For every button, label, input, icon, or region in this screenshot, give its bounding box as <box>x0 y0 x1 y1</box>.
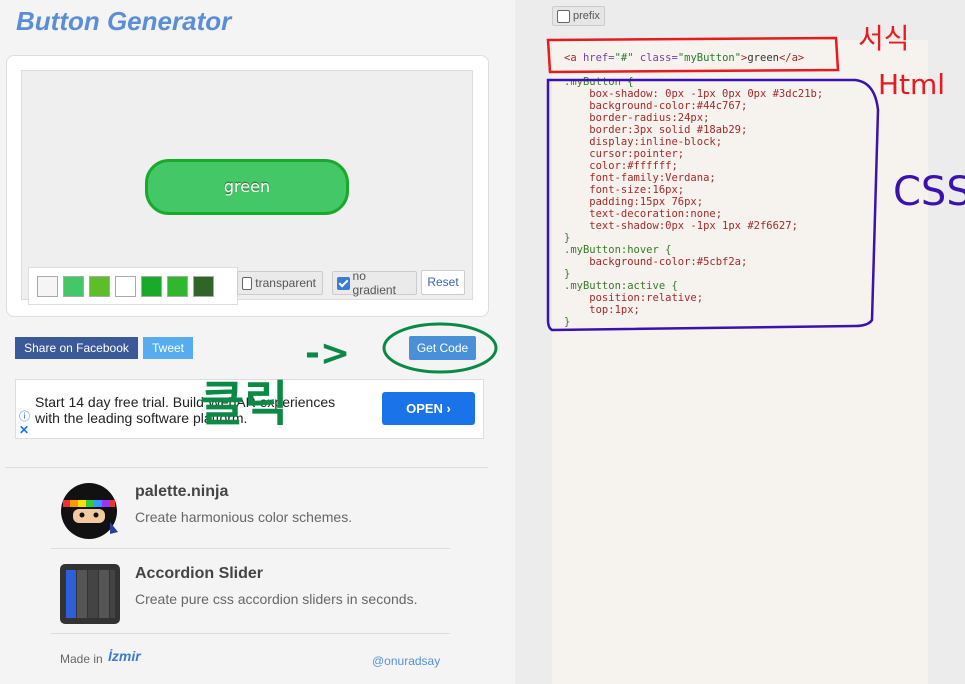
css-line: display:inline-block; <box>564 136 723 148</box>
swatch-light-gray[interactable] <box>37 275 58 297</box>
tweet-button[interactable]: Tweet <box>143 337 193 359</box>
promo-desc: Create harmonious color schemes. <box>135 509 353 525</box>
prefix-toggle[interactable]: prefix <box>552 6 605 26</box>
css-line: box-shadow: 0px -1px 0px 0px #3dc21b; <box>564 88 824 100</box>
promo-accordion-slider[interactable]: Accordion Slider Create pure css accordi… <box>51 551 450 629</box>
swatch-white[interactable] <box>115 275 136 297</box>
reset-button[interactable]: Reset <box>421 270 465 295</box>
css-line: top:1px; <box>564 304 640 316</box>
css-line: font-family:Verdana; <box>564 172 716 184</box>
transparent-label: transparent <box>255 276 316 290</box>
preview-button[interactable]: green <box>145 159 349 215</box>
css-line: border-radius:24px; <box>564 112 710 124</box>
promo-divider <box>51 548 450 549</box>
promo-divider <box>51 633 450 634</box>
ninja-icon <box>60 482 118 540</box>
promo-palette-ninja[interactable]: palette.ninja Create harmonious color sc… <box>51 469 450 547</box>
promo-name: Accordion Slider <box>135 565 264 582</box>
swatch-dark-green[interactable] <box>141 275 162 297</box>
no-gradient-toggle[interactable]: no gradient <box>332 269 417 297</box>
css-line: background-color:#44c767; <box>564 100 748 112</box>
prefix-label: prefix <box>573 10 600 22</box>
promo-name: palette.ninja <box>135 483 229 500</box>
css-line: position:relative; <box>564 292 704 304</box>
ad-banner[interactable]: ⓘ ✕ Start 14 day free trial. Build WebAR… <box>15 379 484 439</box>
css-line: text-decoration:none; <box>564 208 723 220</box>
css-line: cursor:pointer; <box>564 148 685 160</box>
info-icon[interactable]: ⓘ <box>19 408 30 424</box>
css-line: padding:15px 76px; <box>564 196 704 208</box>
no-gradient-checkbox[interactable] <box>337 276 350 290</box>
made-in-label: Made in <box>60 652 103 666</box>
css-line: border:3px solid #18ab29; <box>564 124 748 136</box>
promo-desc: Create pure css accordion sliders in sec… <box>135 591 418 607</box>
share-facebook-button[interactable]: Share on Facebook <box>15 337 138 359</box>
css-line: color:#ffffff; <box>564 160 678 172</box>
page-title: Button Generator <box>16 6 232 36</box>
prefix-checkbox[interactable] <box>557 9 570 23</box>
ad-text: Start 14 day free trial. Build WebAR exp… <box>35 394 336 426</box>
transparent-checkbox[interactable] <box>242 276 253 290</box>
css-line: } <box>564 232 571 244</box>
swatch-bright-green[interactable] <box>167 275 188 297</box>
css-line: .myButton:hover { <box>564 244 672 256</box>
css-line: font-size:16px; <box>564 184 685 196</box>
divider <box>5 467 488 468</box>
css-line: text-shadow:0px -1px 1px #2f6627; <box>564 220 798 232</box>
css-line: } <box>564 316 571 328</box>
swatch-green[interactable] <box>63 275 84 297</box>
html-code-line: <a href="#" class="myButton">green</a> <box>564 52 805 64</box>
close-icon[interactable]: ✕ <box>19 423 29 437</box>
swatch-lime[interactable] <box>89 275 110 297</box>
author-link[interactable]: @onuradsay <box>372 654 440 668</box>
css-code-block: .myButton { box-shadow: 0px -1px 0px 0px… <box>564 76 823 328</box>
transparent-toggle[interactable]: transparent <box>237 271 323 295</box>
izmir-logo: İzmir <box>108 648 141 664</box>
css-line: .myButton { <box>564 76 634 88</box>
color-swatches <box>28 267 238 305</box>
css-line: } <box>564 268 571 280</box>
css-line: .myButton:active { <box>564 280 678 292</box>
get-code-button[interactable]: Get Code <box>409 336 476 360</box>
code-output[interactable]: <a href="#" class="myButton">green</a> .… <box>552 40 928 684</box>
no-gradient-label: no gradient <box>352 269 396 297</box>
accordion-icon <box>60 564 120 624</box>
swatch-forest[interactable] <box>193 275 214 297</box>
css-line: background-color:#5cbf2a; <box>564 256 748 268</box>
ad-open-button[interactable]: OPEN › <box>382 392 475 425</box>
